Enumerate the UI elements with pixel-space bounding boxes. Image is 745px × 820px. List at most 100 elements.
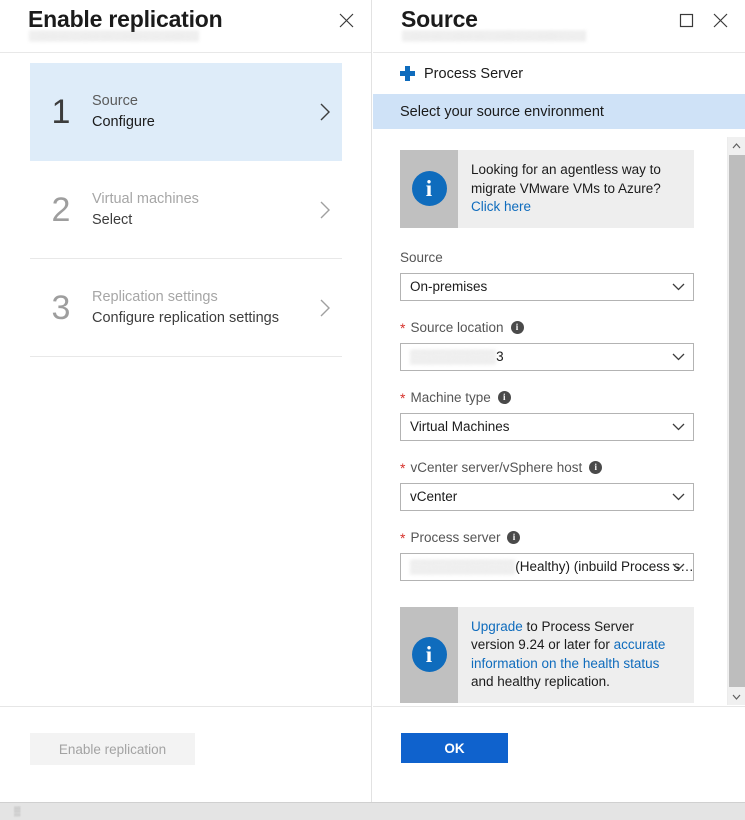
agentless-migration-callout: i Looking for an agentless way to migrat… [400,150,694,228]
callout-icon-cell: i [400,150,458,228]
info-icon[interactable]: i [511,321,524,334]
callout-text-2: version 9.24 or later for [471,637,614,652]
field-label: * Machine type i [400,388,694,408]
step-title: Source [92,91,308,111]
source-select[interactable]: On-premises [400,273,694,301]
step-text: Source Configure [92,91,308,133]
add-process-server-label: Process Server [424,66,523,82]
page-title: Enable replication [28,6,223,33]
field-label-text: Source location [410,318,503,338]
info-icon[interactable]: i [498,391,511,404]
step-title: Virtual machines [92,189,308,209]
upgrade-process-server-callout: i Upgrade to Process Server version 9.24… [400,607,694,703]
enable-replication-button[interactable]: Enable replication [30,733,195,765]
step-number: 1 [30,95,92,129]
field-label: Source [400,248,694,268]
source-select-value: On-premises [410,279,487,294]
chevron-right-icon [308,200,342,220]
info-icon: i [412,171,447,206]
info-icon: i [412,637,447,672]
upgrade-link[interactable]: Upgrade [471,619,523,634]
health-status-link[interactable]: information on the health status [471,656,659,671]
step-subtitle: Select [92,209,308,231]
field-label-text: Machine type [410,388,490,408]
process-server-value: (Healthy) (inbuild Process s… [515,559,694,574]
scroll-up-button[interactable] [728,137,745,154]
left-blade-subtitle-redacted: ▒▒▒▒▒▒▒▒▒▒▒▒▒▒▒▒▒▒▒▒▒▒▒▒ [29,32,181,44]
field-process-server: * Process server i ▒▒▒▒▒▒▒▒▒▒▒(Healthy) … [400,528,694,581]
source-form-scrollbar[interactable] [727,137,745,705]
info-icon[interactable]: i [507,531,520,544]
callout-text-1: to Process Server [523,619,634,634]
callout-body: Looking for an agentless way to migrate … [458,150,671,228]
app-root: Enable replication ▒▒▒▒▒▒▒▒▒▒▒▒▒▒▒▒▒▒▒▒▒… [0,0,745,820]
right-blade-subtitle-redacted: ▒▒▒▒▒▒▒▒▒▒▒▒▒▒▒▒▒▒▒▒▒▒▒▒▒▒ [402,32,562,44]
maximize-button[interactable] [671,6,701,34]
chevron-right-icon [308,298,342,318]
field-source-location: * Source location i ▒▒▒▒▒▒▒▒▒3 [400,318,694,371]
callout-icon-cell: i [400,607,458,703]
wizard-step-replication-settings[interactable]: 3 Replication settings Configure replica… [30,259,342,357]
close-icon [338,12,355,29]
vcenter-server-value: vCenter [410,489,457,504]
section-header: Select your source environment [373,94,745,129]
step-text: Replication settings Configure replicati… [92,287,308,329]
wizard-step-source[interactable]: 1 Source Configure [30,63,342,161]
right-blade-footer: OK [373,706,745,802]
close-button[interactable] [705,6,735,34]
click-here-link[interactable]: Click here [471,199,531,214]
chevron-down-icon [672,422,685,431]
machine-type-select[interactable]: Virtual Machines [400,413,694,441]
step-subtitle: Configure [92,111,308,133]
required-marker: * [400,531,405,545]
field-label-text: vCenter server/vSphere host [410,458,582,478]
step-title: Replication settings [92,287,308,307]
left-header-divider [0,52,371,53]
scrollbar-thumb[interactable] [729,155,745,687]
left-blade-header: Enable replication ▒▒▒▒▒▒▒▒▒▒▒▒▒▒▒▒▒▒▒▒▒… [0,0,371,52]
command-bar: Process Server [373,53,745,94]
step-subtitle: Configure replication settings [92,307,308,329]
maximize-icon [679,13,694,28]
chevron-down-icon [672,562,685,571]
step-number: 2 [30,193,92,227]
left-blade-footer: Enable replication [0,706,371,802]
scroll-down-button[interactable] [728,688,745,705]
source-form-scroll-area: i Looking for an agentless way to migrat… [373,137,727,705]
process-server-select[interactable]: ▒▒▒▒▒▒▒▒▒▒▒(Healthy) (inbuild Process s… [400,553,694,581]
field-vcenter-server: * vCenter server/vSphere host i vCenter [400,458,694,511]
ok-button[interactable]: OK [401,733,508,763]
field-label-text: Process server [410,528,500,548]
info-icon[interactable]: i [589,461,602,474]
required-marker: * [400,461,405,475]
source-blade: Source ▒▒▒▒▒▒▒▒▒▒▒▒▒▒▒▒▒▒▒▒▒▒▒▒▒▒ Proces… [373,0,745,820]
plus-icon [400,66,415,81]
chevron-down-icon [672,352,685,361]
close-button[interactable] [331,6,361,34]
taskbar: ▒ [0,802,745,820]
callout-line-1: Looking for an agentless way to [471,162,661,177]
step-number: 3 [30,291,92,325]
accurate-link[interactable]: accurate [614,637,666,652]
chevron-down-icon [672,282,685,291]
required-marker: * [400,321,405,335]
vcenter-server-select[interactable]: vCenter [400,483,694,511]
field-label: * Process server i [400,528,694,548]
close-icon [712,12,729,29]
source-location-select[interactable]: ▒▒▒▒▒▒▒▒▒3 [400,343,694,371]
add-process-server-button[interactable]: Process Server [400,66,523,82]
machine-type-value: Virtual Machines [410,419,510,434]
enable-replication-blade: Enable replication ▒▒▒▒▒▒▒▒▒▒▒▒▒▒▒▒▒▒▒▒▒… [0,0,372,820]
field-machine-type: * Machine type i Virtual Machines [400,388,694,441]
step-text: Virtual machines Select [92,189,308,231]
callout-line-2: migrate VMware VMs to Azure? [471,181,661,196]
wizard-step-virtual-machines[interactable]: 2 Virtual machines Select [30,161,342,259]
chevron-down-icon [732,694,741,700]
chevron-right-icon [308,102,342,122]
source-blade-title: Source [401,6,478,33]
right-blade-header: Source ▒▒▒▒▒▒▒▒▒▒▒▒▒▒▒▒▒▒▒▒▒▒▒▒▒▒ [373,0,745,52]
field-label: * Source location i [400,318,694,338]
field-source: Source On-premises [400,248,694,301]
wizard-steps: 1 Source Configure 2 Virtual machines Se… [30,63,342,357]
source-location-value: 3 [496,349,504,364]
